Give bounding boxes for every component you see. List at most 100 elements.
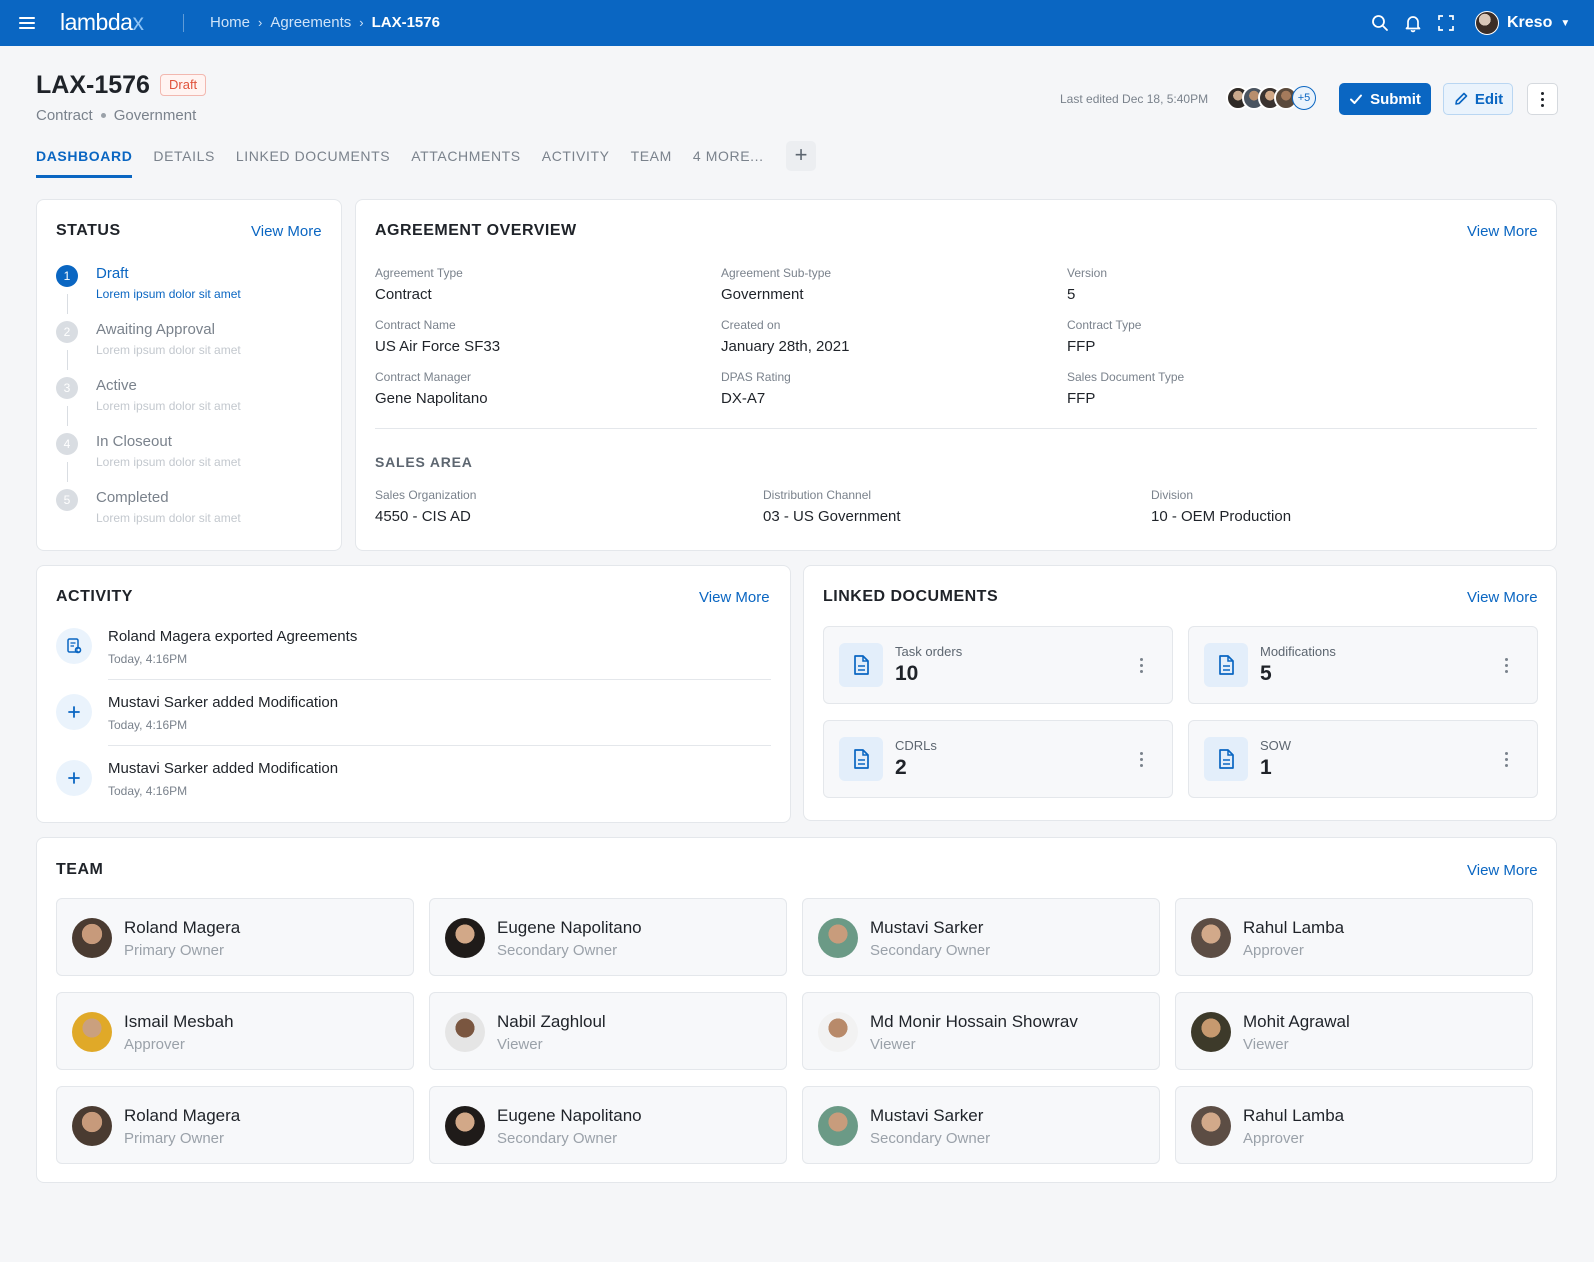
edit-button[interactable]: Edit [1443, 83, 1513, 115]
team-member-card[interactable]: Roland Magera Primary Owner [56, 1086, 414, 1164]
team-member-card[interactable]: Nabil Zaghloul Viewer [429, 992, 787, 1070]
dot-separator [100, 113, 106, 118]
add-tab-button[interactable]: + [786, 141, 816, 171]
tab-dashboard[interactable]: DASHBOARD [36, 148, 133, 178]
member-name: Roland Magera [124, 918, 241, 937]
field-label: Contract Manager [375, 370, 472, 384]
avatar [445, 1106, 485, 1146]
step-description: Lorem ipsum dolor sit amet [96, 455, 241, 469]
member-role: Viewer [870, 1036, 916, 1053]
team-member-card[interactable]: Ismail Mesbah Approver [56, 992, 414, 1070]
fullscreen-icon[interactable] [1436, 13, 1456, 33]
field-label: Agreement Sub-type [721, 266, 832, 280]
linked-doc-label: SOW [1260, 738, 1292, 753]
step-connector [67, 350, 68, 370]
app-logo[interactable]: lambdax [60, 9, 144, 36]
status-card [36, 199, 342, 551]
linked-doc-task-orders[interactable]: Task orders 10 [823, 626, 1173, 704]
activity-title: ACTIVITY [56, 588, 133, 605]
plus-icon [56, 760, 92, 796]
team-member-card[interactable]: Rahul Lamba Approver [1175, 898, 1533, 976]
status-view-more-link[interactable]: View More [251, 223, 322, 240]
pencil-icon [1455, 92, 1468, 105]
step-number: 2 [56, 321, 78, 343]
member-role: Secondary Owner [870, 1130, 991, 1147]
step-label: Active [96, 377, 137, 394]
divider [375, 428, 1537, 429]
linked-doc-modifications[interactable]: Modifications 5 [1188, 626, 1538, 704]
avatar [445, 1012, 485, 1052]
more-actions-button[interactable] [1527, 83, 1558, 115]
step-description: Lorem ipsum dolor sit amet [96, 287, 241, 301]
kebab-menu-icon[interactable] [1140, 658, 1143, 673]
team-member-card[interactable]: Eugene Napolitano Secondary Owner [429, 1086, 787, 1164]
search-icon[interactable] [1370, 13, 1390, 33]
field-value: 10 - OEM Production [1151, 508, 1292, 525]
team-view-more-link[interactable]: View More [1467, 862, 1538, 879]
member-name: Ismail Mesbah [124, 1012, 234, 1031]
step-number: 5 [56, 489, 78, 511]
collaborator-avatars[interactable]: +5 [1226, 86, 1316, 112]
team-member-card[interactable]: Md Monir Hossain Showrav Viewer [802, 992, 1160, 1070]
team-member-card[interactable]: Mohit Agrawal Viewer [1175, 992, 1533, 1070]
field-value: Gene Napolitano [375, 390, 488, 407]
tab-attachments[interactable]: ATTACHMENTS [411, 148, 521, 178]
submit-label: Submit [1370, 90, 1421, 108]
avatar [72, 1012, 112, 1052]
member-name: Md Monir Hossain Showrav [870, 1012, 1078, 1031]
kebab-menu-icon[interactable] [1140, 752, 1143, 767]
avatar [1191, 1106, 1231, 1146]
breadcrumb-home[interactable]: Home [210, 14, 250, 31]
kebab-menu-icon[interactable] [1505, 658, 1508, 673]
linked-documents-view-more-link[interactable]: View More [1467, 589, 1538, 606]
status-badge: Draft [160, 74, 207, 96]
member-role: Approver [1243, 942, 1304, 959]
tab-details[interactable]: DETAILS [153, 148, 215, 178]
activity-view-more-link[interactable]: View More [699, 589, 770, 606]
step-connector [67, 294, 68, 314]
avatar-overflow-count[interactable]: +5 [1292, 86, 1316, 110]
tab-linked-documents[interactable]: LINKED DOCUMENTS [236, 148, 390, 178]
step-number: 4 [56, 433, 78, 455]
member-role: Approver [124, 1036, 185, 1053]
breadcrumb-agreements[interactable]: Agreements [270, 14, 351, 31]
team-member-card[interactable]: Mustavi Sarker Secondary Owner [802, 1086, 1160, 1164]
field-label: Contract Name [375, 318, 456, 332]
submit-button[interactable]: Submit [1339, 83, 1431, 115]
bell-icon[interactable] [1403, 13, 1423, 33]
chevron-right-icon: › [258, 15, 263, 30]
team-member-card[interactable]: Eugene Napolitano Secondary Owner [429, 898, 787, 976]
document-icon [839, 737, 883, 781]
team-member-card[interactable]: Roland Magera Primary Owner [56, 898, 414, 976]
overview-view-more-link[interactable]: View More [1467, 223, 1538, 240]
avatar [72, 1106, 112, 1146]
tab-team[interactable]: TEAM [631, 148, 672, 178]
tab-more[interactable]: 4 MORE... [693, 148, 764, 178]
team-member-card[interactable]: Mustavi Sarker Secondary Owner [802, 898, 1160, 976]
linked-doc-cdrls[interactable]: CDRLs 2 [823, 720, 1173, 798]
tab-activity[interactable]: ACTIVITY [542, 148, 610, 178]
member-name: Rahul Lamba [1243, 918, 1345, 937]
member-role: Secondary Owner [870, 942, 991, 959]
linked-doc-sow[interactable]: SOW 1 [1188, 720, 1538, 798]
step-connector [67, 406, 68, 426]
menu-icon[interactable] [19, 17, 35, 29]
team-member-card[interactable]: Rahul Lamba Approver [1175, 1086, 1533, 1164]
field-label: DPAS Rating [721, 370, 791, 384]
kebab-menu-icon[interactable] [1505, 752, 1508, 767]
field-label: Division [1151, 488, 1194, 502]
activity-time: Today, 4:16PM [108, 784, 188, 798]
step-description: Lorem ipsum dolor sit amet [96, 343, 241, 357]
document-icon [1204, 643, 1248, 687]
member-name: Roland Magera [124, 1106, 241, 1125]
avatar [818, 1012, 858, 1052]
member-name: Mustavi Sarker [870, 1106, 984, 1125]
check-icon [1350, 94, 1363, 104]
divider [108, 679, 771, 680]
field-value: 4550 - CIS AD [375, 508, 471, 525]
chevron-right-icon: › [359, 15, 364, 30]
user-menu[interactable]: Kreso ▼ [1475, 11, 1570, 35]
linked-doc-count: 2 [895, 756, 907, 779]
agreement-overview-card [355, 199, 1557, 551]
linked-doc-count: 5 [1260, 662, 1272, 685]
